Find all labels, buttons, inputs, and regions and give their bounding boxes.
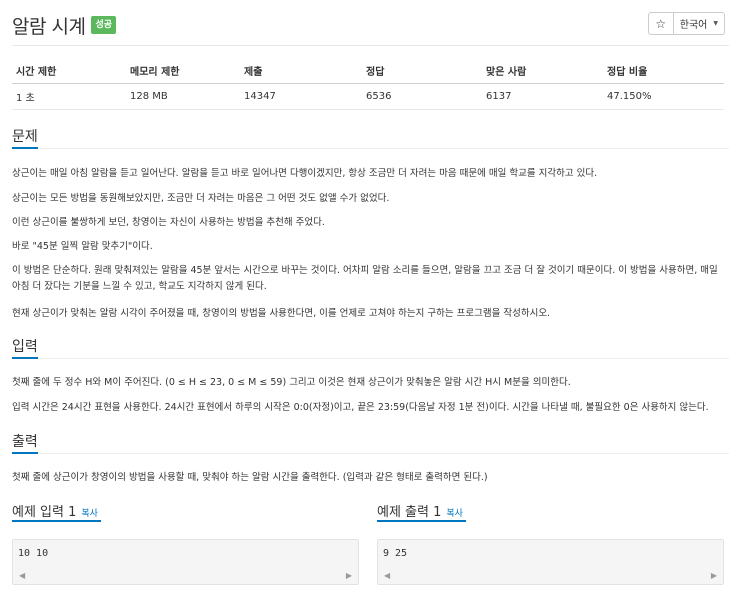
problem-paragraph: 상근이는 매일 아침 알람을 듣고 일어난다. 알람을 듣고 바로 일어나면 다…: [12, 168, 598, 179]
status-badge: 성공: [91, 16, 117, 34]
problem-info-table: 시간 제한 메모리 제한 제출 정답 맞은 사람 정답 비율 1 초 128 M…: [12, 58, 724, 110]
input-section-underline: [12, 357, 38, 359]
header-solved-users: 맞은 사람: [482, 58, 603, 84]
sample-output-label: 예제 출력 1: [377, 505, 442, 520]
star-button[interactable]: ☆: [647, 12, 674, 35]
input-section-title: 입력: [12, 339, 38, 355]
problem-title: 알람 시계: [12, 15, 86, 38]
problem-paragraph: 이런 상근이를 불쌍하게 보던, 창영이는 자신이 사용하는 방법을 추천해 주…: [12, 217, 325, 228]
scroll-left-icon[interactable]: ◀: [384, 571, 390, 580]
cell-accept-ratio: 47.150%: [603, 83, 724, 110]
problem-paragraph: 상근이는 모든 방법을 동원해보았지만, 조금만 더 자려는 마음은 그 어떤 …: [12, 193, 390, 204]
scroll-right-icon[interactable]: ▶: [711, 571, 717, 580]
sample-output-header: 예제 출력 1 복사: [377, 501, 463, 520]
input-paragraph: 첫째 줄에 두 정수 H와 M이 주어진다. (0 ≤ H ≤ 23, 0 ≤ …: [12, 377, 571, 388]
problem-header: 알람 시계 성공: [12, 10, 117, 40]
output-paragraph: 첫째 줄에 상근이가 창영이의 방법을 사용할 때, 맞춰야 하는 알람 시간을…: [12, 472, 488, 483]
problem-section-title: 문제: [12, 129, 38, 145]
sample-output-code: 9 25: [383, 548, 408, 559]
problem-paragraph: 바로 "45분 일찍 알람 맞추기"이다.: [12, 241, 153, 252]
table-header-row: 시간 제한 메모리 제한 제출 정답 맞은 사람 정답 비율: [12, 58, 724, 84]
top-actions: ☆ 한국어 ▼: [647, 12, 725, 35]
cell-accepted: 6536: [362, 83, 482, 110]
copy-sample-output-button[interactable]: 복사: [446, 506, 463, 519]
sample-output-box[interactable]: 9 25 ◀ ▶: [377, 539, 724, 585]
sample-input-label: 예제 입력 1: [12, 505, 77, 520]
sample-input-underline: [12, 520, 101, 522]
cell-submissions: 14347: [240, 83, 362, 110]
copy-sample-input-button[interactable]: 복사: [81, 506, 98, 519]
problem-section-underline: [12, 147, 38, 149]
scroll-right-icon[interactable]: ▶: [346, 571, 352, 580]
cell-memory-limit: 128 MB: [126, 83, 240, 110]
header-time-limit: 시간 제한: [12, 58, 126, 84]
header-divider: [12, 45, 729, 46]
input-paragraph: 입력 시간은 24시간 표현을 사용한다. 24시간 표현에서 하루의 시작은 …: [12, 402, 709, 413]
input-section-rule: [12, 358, 729, 359]
problem-section-rule: [12, 148, 729, 149]
cell-time-limit: 1 초: [12, 83, 126, 110]
language-dropdown[interactable]: 한국어 ▼: [673, 12, 725, 35]
problem-paragraph: 현재 상근이가 맞춰논 알람 시각이 주어졌을 때, 창영이의 방법을 사용한다…: [12, 308, 551, 319]
scroll-left-icon[interactable]: ◀: [19, 571, 25, 580]
problem-paragraph: 이 방법은 단순하다. 원래 맞춰져있는 알람을 45분 앞서는 시간으로 바꾸…: [12, 265, 718, 292]
output-section-rule: [12, 453, 729, 454]
table-row: 1 초 128 MB 14347 6536 6137 47.150%: [12, 83, 724, 110]
header-accept-ratio: 정답 비율: [603, 58, 724, 84]
sample-input-code: 10 10: [18, 548, 49, 559]
header-accepted: 정답: [362, 58, 482, 84]
star-icon: ☆: [655, 16, 667, 31]
language-label: 한국어: [679, 20, 708, 31]
header-memory-limit: 메모리 제한: [126, 58, 240, 84]
chevron-down-icon: ▼: [713, 20, 718, 27]
cell-solved-users: 6137: [482, 83, 603, 110]
sample-input-header: 예제 입력 1 복사: [12, 501, 98, 520]
output-section-title: 출력: [12, 434, 38, 450]
sample-output-underline: [377, 520, 466, 522]
sample-input-box[interactable]: 10 10 ◀ ▶: [12, 539, 359, 585]
header-submissions: 제출: [240, 58, 362, 84]
output-section-underline: [12, 452, 38, 454]
